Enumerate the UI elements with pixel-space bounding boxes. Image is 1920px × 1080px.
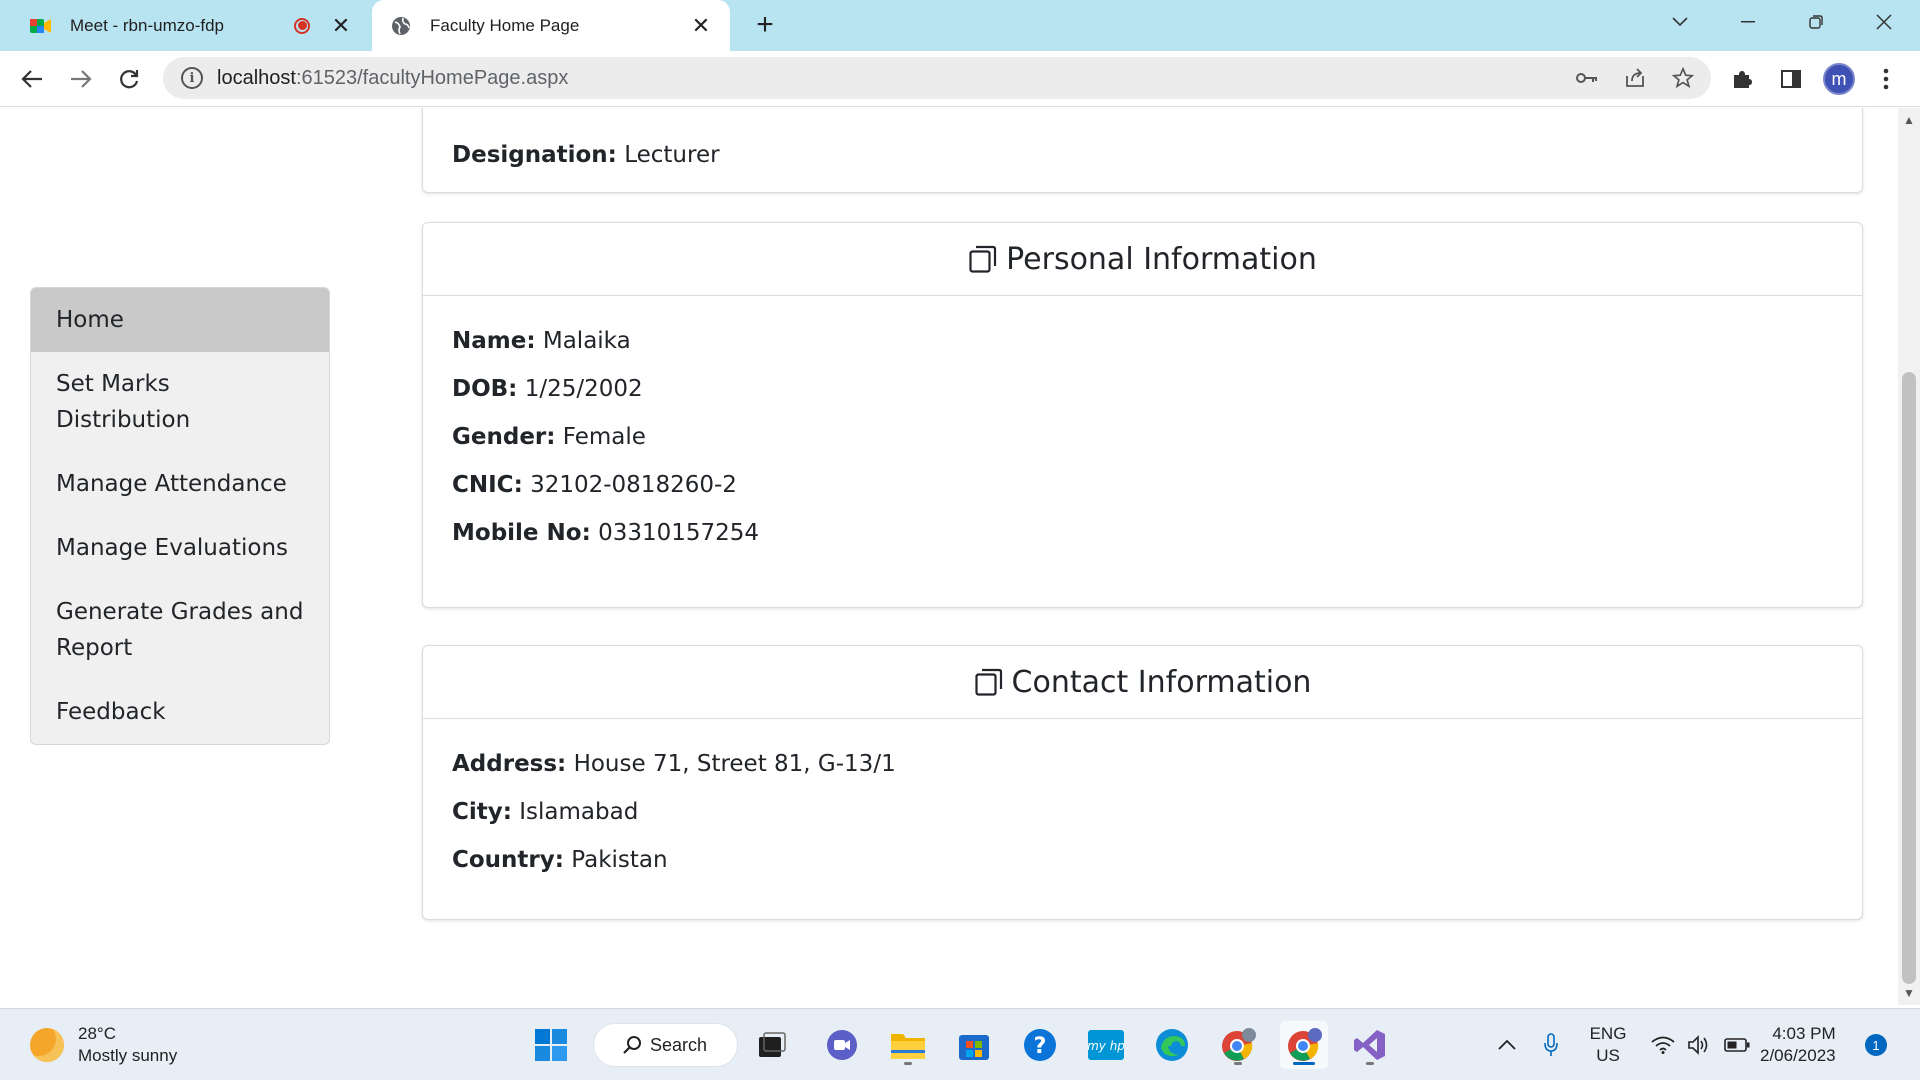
keyboard-layout: US bbox=[1596, 1046, 1620, 1065]
personal-info-card: Personal Information Name: Malaika DOB: … bbox=[422, 222, 1863, 608]
task-view-icon[interactable] bbox=[748, 1021, 796, 1069]
city-row: City: Islamabad bbox=[452, 799, 639, 825]
visual-studio-icon[interactable] bbox=[1346, 1021, 1394, 1069]
battery-icon[interactable] bbox=[1720, 1009, 1754, 1080]
close-window-icon[interactable] bbox=[1856, 0, 1912, 44]
weather-sunny-icon bbox=[30, 1028, 64, 1062]
taskbar-search-label: Search bbox=[650, 1034, 708, 1055]
forward-arrow-icon[interactable] bbox=[61, 59, 101, 99]
extensions-puzzle-icon[interactable] bbox=[1722, 59, 1762, 99]
sidebar-item-manage-evaluations[interactable]: Manage Evaluations bbox=[31, 516, 329, 580]
sidebar-item-feedback[interactable]: Feedback bbox=[31, 680, 329, 744]
address-bar[interactable]: i localhost:61523/facultyHomePage.aspx bbox=[163, 57, 1711, 99]
tab-faculty-home[interactable]: Faculty Home Page ✕ bbox=[372, 0, 730, 51]
tab-strip: Meet - rbn-umzo-fdp ✕ Faculty Home Page … bbox=[0, 0, 1920, 51]
chrome-profile-2-icon[interactable] bbox=[1280, 1021, 1328, 1069]
reload-icon[interactable] bbox=[109, 59, 149, 99]
side-panel-icon[interactable] bbox=[1771, 59, 1811, 99]
contact-info-title: Contact Information bbox=[1011, 664, 1312, 700]
scroll-down-arrow-icon[interactable]: ▼ bbox=[1898, 983, 1920, 1003]
active-indicator bbox=[1293, 1062, 1315, 1065]
start-windows-icon[interactable] bbox=[527, 1021, 575, 1069]
restore-icon[interactable] bbox=[1788, 0, 1844, 44]
weather-temperature: 28°C bbox=[78, 1024, 116, 1043]
country-row: Country: Pakistan bbox=[452, 847, 668, 873]
input-language-indicator[interactable]: ENG US bbox=[1580, 1009, 1636, 1080]
wifi-icon[interactable] bbox=[1648, 1009, 1678, 1080]
copy-icon bbox=[969, 245, 997, 273]
sidebar-item-set-marks-distribution[interactable]: Set Marks Distribution bbox=[31, 352, 329, 452]
svg-text:?: ? bbox=[1034, 1034, 1047, 1059]
taskbar-search[interactable]: Search bbox=[593, 1023, 738, 1067]
windows-taskbar: 28°C Mostly sunny Search ? my hp ENG US … bbox=[0, 1008, 1920, 1080]
chrome-profile-1-icon[interactable] bbox=[1214, 1021, 1262, 1069]
contact-info-card: Contact Information Address: House 71, S… bbox=[422, 645, 1863, 920]
mobile-row: Mobile No: 03310157254 bbox=[452, 520, 760, 546]
search-icon bbox=[623, 1036, 641, 1054]
show-hidden-icons-chevron-icon[interactable] bbox=[1492, 1009, 1522, 1080]
scroll-up-arrow-icon[interactable]: ▲ bbox=[1898, 110, 1920, 130]
clock-time: 4:03 PM bbox=[1772, 1024, 1836, 1043]
close-tab-icon[interactable]: ✕ bbox=[686, 11, 716, 41]
system-clock[interactable]: 4:03 PM 2/06/2023 bbox=[1760, 1023, 1836, 1067]
gender-row: Gender: Female bbox=[452, 424, 646, 450]
tab-meet[interactable]: Meet - rbn-umzo-fdp ✕ bbox=[0, 0, 370, 51]
back-arrow-icon[interactable] bbox=[12, 59, 52, 99]
sidebar-item-home[interactable]: Home bbox=[31, 288, 329, 352]
clock-date: 2/06/2023 bbox=[1760, 1046, 1836, 1065]
personal-info-header: Personal Information bbox=[423, 223, 1862, 296]
contact-info-header: Contact Information bbox=[423, 646, 1862, 719]
new-tab-button[interactable]: + bbox=[748, 8, 782, 42]
browser-toolbar: i localhost:61523/facultyHomePage.aspx m bbox=[0, 51, 1920, 107]
google-meet-icon bbox=[30, 15, 52, 37]
profile-avatar[interactable]: m bbox=[1823, 63, 1855, 95]
site-info-icon[interactable]: i bbox=[181, 67, 203, 89]
microphone-icon[interactable] bbox=[1536, 1009, 1566, 1080]
tab-meet-title: Meet - rbn-umzo-fdp bbox=[70, 15, 224, 35]
globe-icon bbox=[390, 15, 412, 37]
sidebar-item-manage-attendance[interactable]: Manage Attendance bbox=[31, 452, 329, 516]
weather-description: Mostly sunny bbox=[78, 1046, 178, 1065]
microsoft-store-icon[interactable] bbox=[950, 1021, 998, 1069]
name-row: Name: Malaika bbox=[452, 328, 631, 354]
tab-faculty-home-title: Faculty Home Page bbox=[430, 15, 580, 35]
designation-row: Designation: Lecturer bbox=[452, 142, 720, 168]
teams-chat-icon[interactable] bbox=[818, 1021, 866, 1069]
notification-badge[interactable]: 1 bbox=[1865, 1034, 1887, 1056]
cnic-row: CNIC: 32102-0818260-2 bbox=[452, 472, 737, 498]
weather-widget[interactable]: 28°C Mostly sunny bbox=[30, 1023, 177, 1067]
dob-row: DOB: 1/25/2002 bbox=[452, 376, 643, 402]
recording-indicator-icon bbox=[294, 17, 310, 34]
file-explorer-icon[interactable] bbox=[884, 1021, 932, 1069]
professional-info-card: Designation: Lecturer bbox=[422, 108, 1863, 193]
page-scrollbar[interactable]: ▲ ▼ bbox=[1898, 108, 1920, 1005]
language-code: ENG bbox=[1589, 1024, 1627, 1043]
chrome-menu-icon[interactable] bbox=[1866, 59, 1906, 99]
help-icon[interactable]: ? bbox=[1016, 1021, 1064, 1069]
myhp-icon[interactable]: my hp bbox=[1082, 1021, 1130, 1069]
bookmark-star-icon[interactable] bbox=[1663, 58, 1703, 98]
url-text[interactable]: localhost:61523/facultyHomePage.aspx bbox=[217, 67, 1567, 90]
copy-icon bbox=[974, 668, 1002, 696]
share-icon[interactable] bbox=[1615, 58, 1655, 98]
address-row: Address: House 71, Street 81, G-13/1 bbox=[452, 751, 896, 777]
personal-info-title: Personal Information bbox=[1006, 241, 1317, 277]
minimize-icon[interactable] bbox=[1720, 0, 1776, 44]
running-indicator bbox=[1366, 1062, 1374, 1065]
svg-text:my hp: my hp bbox=[1088, 1039, 1124, 1053]
sidebar-item-generate-grades-report[interactable]: Generate Grades and Report bbox=[31, 580, 329, 680]
sidebar-nav: Home Set Marks Distribution Manage Atten… bbox=[30, 287, 330, 745]
volume-icon[interactable] bbox=[1684, 1009, 1714, 1080]
edge-browser-icon[interactable] bbox=[1148, 1021, 1196, 1069]
tab-search-icon[interactable] bbox=[1652, 0, 1708, 44]
close-tab-icon[interactable]: ✕ bbox=[326, 11, 356, 41]
key-icon[interactable] bbox=[1567, 58, 1607, 98]
page-content: Home Set Marks Distribution Manage Atten… bbox=[0, 108, 1898, 1005]
running-indicator bbox=[1234, 1062, 1242, 1065]
running-indicator bbox=[904, 1062, 912, 1065]
scrollbar-thumb[interactable] bbox=[1902, 372, 1916, 984]
